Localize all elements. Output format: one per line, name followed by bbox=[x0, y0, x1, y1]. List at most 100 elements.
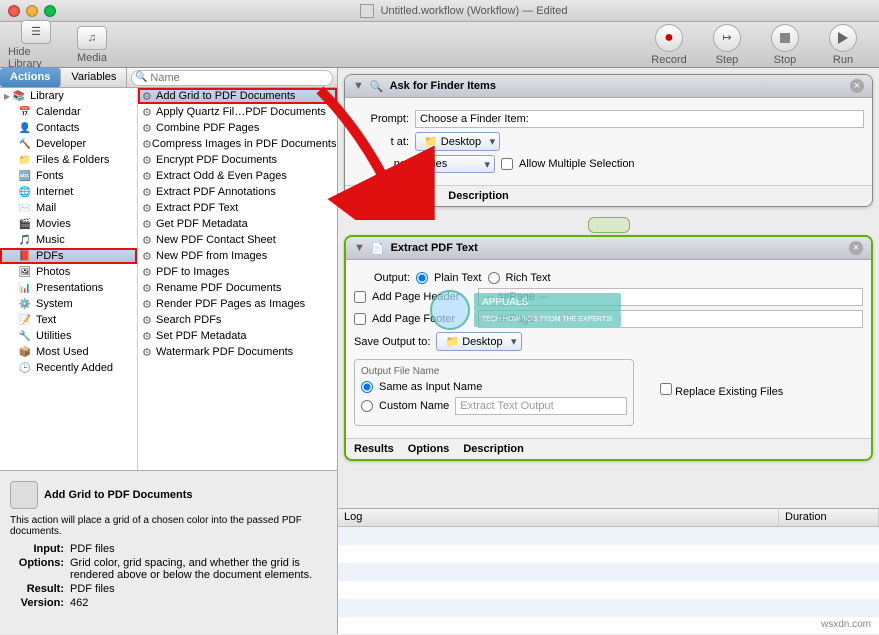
action-item[interactable]: ⚙New PDF from Images bbox=[138, 248, 337, 264]
action-item[interactable]: ⚙Rename PDF Documents bbox=[138, 280, 337, 296]
sidebar-item-system[interactable]: ⚙️System bbox=[0, 296, 137, 312]
plain-text-radio[interactable] bbox=[416, 272, 428, 284]
library-category-list[interactable]: ▶ 📚 Library 📅Calendar👤Contacts🔨Developer… bbox=[0, 88, 138, 470]
action-label: Extract PDF Text bbox=[156, 202, 238, 214]
action-item[interactable]: ⚙Combine PDF Pages bbox=[138, 120, 337, 136]
close-window-button[interactable] bbox=[8, 5, 20, 17]
gear-icon: ⚙ bbox=[142, 298, 156, 311]
media-button[interactable]: ♫ Media bbox=[64, 26, 120, 64]
action-item[interactable]: ⚙Add Grid to PDF Documents bbox=[138, 88, 337, 104]
category-label: Calendar bbox=[36, 106, 81, 118]
rich-text-label: Rich Text bbox=[506, 272, 551, 284]
same-name-radio[interactable] bbox=[361, 381, 373, 393]
action-item[interactable]: ⚙New PDF Contact Sheet bbox=[138, 232, 337, 248]
info-options-label: Options: bbox=[10, 557, 70, 581]
output-label: Output: bbox=[354, 272, 410, 284]
log-header-duration[interactable]: Duration bbox=[779, 509, 879, 526]
type-select[interactable]: Files bbox=[415, 155, 495, 173]
category-label: Most Used bbox=[36, 346, 89, 358]
workflow-canvas[interactable]: ▼ 🔍 Ask for Finder Items × Prompt: t at:… bbox=[338, 68, 879, 508]
library-root-label: Library bbox=[30, 90, 64, 102]
startat-select[interactable]: 📁 Desktop bbox=[415, 132, 500, 151]
action-item[interactable]: ⚙Apply Quartz Fil…PDF Documents bbox=[138, 104, 337, 120]
collapse-icon[interactable]: ▼ bbox=[354, 242, 365, 254]
sidebar-item-files-folders[interactable]: 📁Files & Folders bbox=[0, 152, 137, 168]
action-item[interactable]: ⚙Extract Odd & Even Pages bbox=[138, 168, 337, 184]
card2-tab-results[interactable]: Results bbox=[354, 443, 394, 455]
search-input[interactable] bbox=[131, 70, 333, 86]
prompt-label: Prompt: bbox=[353, 113, 409, 125]
sidebar-item-fonts[interactable]: 🔤Fonts bbox=[0, 168, 137, 184]
replace-files-checkbox[interactable] bbox=[660, 383, 672, 395]
zoom-window-button[interactable] bbox=[44, 5, 56, 17]
step-label: Step bbox=[716, 54, 739, 66]
sidebar-item-most-used[interactable]: 📦Most Used bbox=[0, 344, 137, 360]
sidebar-item-photos[interactable]: 🖼Photos bbox=[0, 264, 137, 280]
card2-close-button[interactable]: × bbox=[849, 241, 863, 255]
add-footer-checkbox[interactable] bbox=[354, 313, 366, 325]
collapse-icon[interactable]: ▼ bbox=[353, 80, 364, 92]
action-item[interactable]: ⚙Get PDF Metadata bbox=[138, 216, 337, 232]
sidebar-item-presentations[interactable]: 📊Presentations bbox=[0, 280, 137, 296]
rich-text-radio[interactable] bbox=[488, 272, 500, 284]
sidebar-item-internet[interactable]: 🌐Internet bbox=[0, 184, 137, 200]
library-root[interactable]: ▶ 📚 Library bbox=[0, 88, 137, 104]
prompt-input[interactable] bbox=[415, 110, 864, 128]
custom-name-radio[interactable] bbox=[361, 400, 373, 412]
card1-tab-results[interactable]: sults bbox=[353, 190, 379, 202]
run-button[interactable]: Run bbox=[815, 24, 871, 66]
category-icon: 🎵 bbox=[18, 233, 32, 247]
card2-tab-description[interactable]: Description bbox=[463, 443, 524, 455]
hide-library-label: Hide Library bbox=[8, 46, 64, 70]
tab-actions[interactable]: Actions bbox=[0, 68, 61, 87]
record-button[interactable]: ● Record bbox=[641, 24, 697, 66]
sidebar-item-calendar[interactable]: 📅Calendar bbox=[0, 104, 137, 120]
sidebar-item-text[interactable]: 📝Text bbox=[0, 312, 137, 328]
stop-button[interactable]: Stop bbox=[757, 24, 813, 66]
sidebar-item-music[interactable]: 🎵Music bbox=[0, 232, 137, 248]
action-item[interactable]: ⚙Search PDFs bbox=[138, 312, 337, 328]
media-label: Media bbox=[77, 52, 107, 64]
window-title: Untitled.workflow (Workflow) — Edited bbox=[56, 4, 871, 18]
action-item[interactable]: ⚙Extract PDF Annotations bbox=[138, 184, 337, 200]
custom-name-input[interactable] bbox=[455, 397, 627, 415]
stop-icon bbox=[771, 24, 799, 52]
category-icon: 🎬 bbox=[18, 217, 32, 231]
action-item[interactable]: ⚙Render PDF Pages as Images bbox=[138, 296, 337, 312]
sidebar-item-movies[interactable]: 🎬Movies bbox=[0, 216, 137, 232]
add-header-checkbox[interactable] bbox=[354, 291, 366, 303]
action-item[interactable]: ⚙PDF to Images bbox=[138, 264, 337, 280]
sidebar-item-developer[interactable]: 🔨Developer bbox=[0, 136, 137, 152]
card1-close-button[interactable]: × bbox=[850, 79, 864, 93]
action-item[interactable]: ⚙Extract PDF Text bbox=[138, 200, 337, 216]
card1-tab-description[interactable]: Description bbox=[448, 190, 509, 202]
action-item[interactable]: ⚙Compress Images in PDF Documents bbox=[138, 136, 337, 152]
window-title-text: Untitled.workflow (Workflow) — Edited bbox=[381, 4, 568, 16]
disclosure-icon[interactable]: ▶ bbox=[4, 92, 10, 101]
sidebar-item-utilities[interactable]: 🔧Utilities bbox=[0, 328, 137, 344]
card2-tab-options[interactable]: Options bbox=[408, 443, 450, 455]
category-icon: 📝 bbox=[18, 313, 32, 327]
card1-tab-options[interactable]: Options bbox=[393, 190, 435, 202]
save-output-select[interactable]: 📁 Desktop bbox=[436, 332, 521, 351]
log-rows[interactable] bbox=[338, 527, 879, 635]
sidebar-item-mail[interactable]: ✉️Mail bbox=[0, 200, 137, 216]
action-list[interactable]: ⚙Add Grid to PDF Documents⚙Apply Quartz … bbox=[138, 88, 337, 470]
sidebar-item-pdfs[interactable]: 📕PDFs bbox=[0, 248, 137, 264]
tab-variables[interactable]: Variables bbox=[61, 68, 127, 87]
action-info-panel: Add Grid to PDF Documents This action wi… bbox=[0, 470, 337, 634]
custom-name-label: Custom Name bbox=[379, 400, 449, 412]
hide-library-button[interactable]: ☰ Hide Library bbox=[8, 20, 64, 70]
action-item[interactable]: ⚙Watermark PDF Documents bbox=[138, 344, 337, 360]
action-item[interactable]: ⚙Set PDF Metadata bbox=[138, 328, 337, 344]
allow-multiple-checkbox[interactable] bbox=[501, 158, 513, 170]
log-header-log[interactable]: Log bbox=[338, 509, 779, 526]
sidebar-item-recently-added[interactable]: 🕒Recently Added bbox=[0, 360, 137, 376]
action-item[interactable]: ⚙Encrypt PDF Documents bbox=[138, 152, 337, 168]
step-button[interactable]: ↦ Step bbox=[699, 24, 755, 66]
save-output-label: Save Output to: bbox=[354, 336, 430, 348]
sidebar-item-contacts[interactable]: 👤Contacts bbox=[0, 120, 137, 136]
action-card-extract-pdf-text[interactable]: ▼ 📄 Extract PDF Text × Output: Plain Tex… bbox=[344, 235, 873, 461]
minimize-window-button[interactable] bbox=[26, 5, 38, 17]
action-card-ask-finder[interactable]: ▼ 🔍 Ask for Finder Items × Prompt: t at:… bbox=[344, 74, 873, 207]
